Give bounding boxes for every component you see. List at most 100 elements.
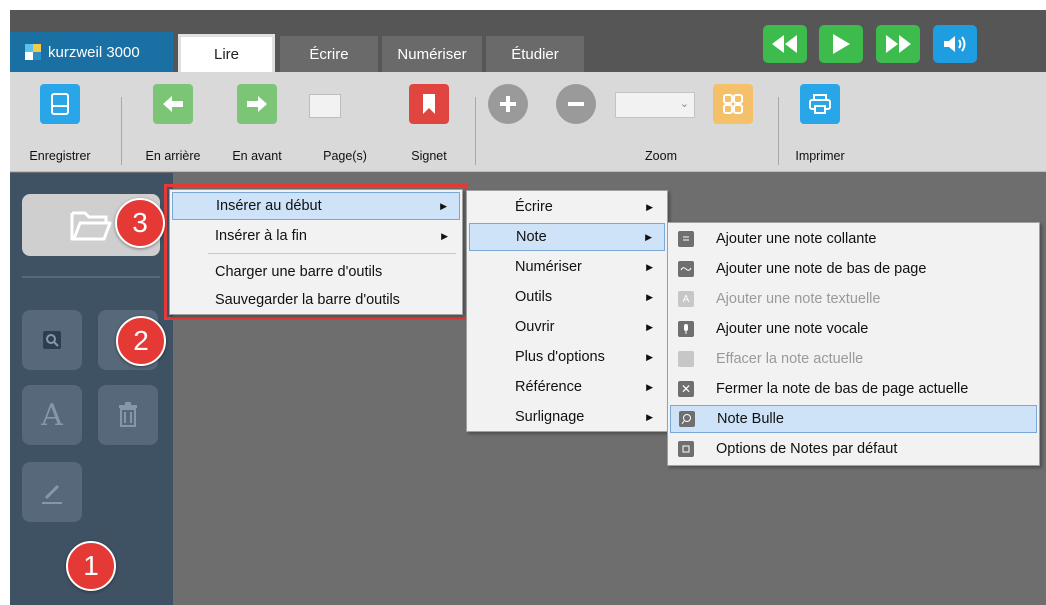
zoom-fit-button[interactable]	[713, 84, 753, 124]
brand-name: kurzweil 3000	[48, 43, 140, 61]
speech-bubble-icon	[679, 411, 695, 427]
toolbar-separator	[475, 97, 476, 165]
submenu-arrow-icon: ▶	[646, 381, 653, 392]
menu-item-note[interactable]: Note ▶	[469, 223, 665, 251]
menu-item-label: Fermer la note de bas de page actuelle	[716, 381, 969, 397]
image-tool-button[interactable]	[22, 310, 82, 370]
volume-button[interactable]	[933, 25, 977, 63]
save-button[interactable]	[40, 84, 80, 124]
menu-item-label: Plus d'options	[515, 349, 605, 365]
pen-tool-button[interactable]	[22, 462, 82, 522]
chevron-down-icon: ⌄	[679, 98, 689, 110]
menu-item-plus-options[interactable]: Plus d'options ▶	[469, 343, 665, 371]
submenu-arrow-icon: ▶	[646, 351, 653, 362]
play-button[interactable]	[819, 25, 863, 63]
submenu-arrow-icon: ▶	[646, 201, 653, 212]
menu-item-reference[interactable]: Référence ▶	[469, 373, 665, 401]
menu-item-label: Ajouter une note de bas de page	[716, 261, 927, 277]
forward-button[interactable]	[237, 84, 277, 124]
menu-item-label: Options de Notes par défaut	[716, 441, 898, 457]
tab-lire[interactable]: Lire	[178, 34, 275, 72]
arrow-left-icon	[163, 96, 183, 112]
menu-item-label: Note Bulle	[717, 411, 784, 427]
submenu-arrow-icon: ▶	[645, 231, 652, 242]
play-icon	[833, 34, 850, 54]
plus-icon	[500, 96, 516, 112]
rewind-button[interactable]	[763, 25, 807, 63]
submenu-arrow-icon: ▶	[646, 261, 653, 272]
trash-icon	[119, 402, 137, 427]
top-bar: kurzweil 3000 Lire Écrire Numériser Étud…	[10, 10, 1046, 72]
grid-icon	[723, 94, 743, 114]
zoom-in-button[interactable]	[488, 84, 528, 124]
tab-etudier[interactable]: Étudier	[486, 36, 584, 72]
sticky-note-icon	[678, 231, 694, 247]
pages-label: Page(s)	[323, 149, 367, 163]
back-button[interactable]	[153, 84, 193, 124]
submenu-arrow-icon: ▶	[646, 291, 653, 302]
menu-item-label: Insérer au début	[216, 198, 322, 214]
print-button[interactable]	[800, 84, 840, 124]
menu-item-ecrire[interactable]: Écrire ▶	[469, 193, 665, 221]
menu-item-note-textuelle[interactable]: A Ajouter une note textuelle	[670, 285, 1037, 313]
menu-item-label: Ajouter une note collante	[716, 231, 877, 247]
menu-item-note-bas-page[interactable]: Ajouter une note de bas de page	[670, 255, 1037, 283]
toolbar: Enregistrer En arrière En avant Page(s) …	[10, 72, 1046, 172]
menu-item-note-vocale[interactable]: Ajouter une note vocale	[670, 315, 1037, 343]
menu-item-numeriser[interactable]: Numériser ▶	[469, 253, 665, 281]
zoom-out-button[interactable]	[556, 84, 596, 124]
tab-ecrire[interactable]: Écrire	[280, 36, 378, 72]
fast-forward-button[interactable]	[876, 25, 920, 63]
zoom-select[interactable]: ⌄	[615, 92, 695, 118]
text-tool-button[interactable]: A	[22, 385, 82, 445]
step-badge-3: 3	[115, 198, 165, 248]
menu-item-surlignage[interactable]: Surlignage ▶	[469, 403, 665, 431]
context-menu-customize: Insérer au début ▶ Insérer à la fin ▶ Ch…	[169, 189, 463, 315]
bookmark-label: Signet	[411, 149, 447, 163]
rewind-icon	[772, 35, 797, 53]
menu-item-outils[interactable]: Outils ▶	[469, 283, 665, 311]
zoom-label: Zoom	[645, 149, 677, 163]
menu-item-charger-barre[interactable]: Charger une barre d'outils	[172, 258, 460, 286]
close-icon: ✕	[678, 381, 694, 397]
save-label: Enregistrer	[29, 149, 91, 163]
page-input[interactable]	[309, 94, 341, 118]
forward-label: En avant	[232, 149, 282, 163]
arrow-right-icon	[247, 96, 267, 112]
menu-item-label: Ouvrir	[515, 319, 555, 335]
submenu-arrow-icon: ▶	[646, 411, 653, 422]
toolbar-separator	[778, 97, 779, 165]
folder-icon	[70, 211, 112, 241]
menu-item-label: Écrire	[515, 199, 553, 215]
menu-item-sauvegarder-barre[interactable]: Sauvegarder la barre d'outils	[172, 286, 460, 314]
menu-item-label: Insérer à la fin	[215, 228, 307, 244]
menu-item-label: Surlignage	[515, 409, 585, 425]
menu-item-inserer-debut[interactable]: Insérer au début ▶	[172, 192, 460, 220]
submenu-note: Ajouter une note collante Ajouter une no…	[667, 222, 1040, 466]
menu-item-note-collante[interactable]: Ajouter une note collante	[670, 225, 1037, 253]
note-settings-icon	[678, 441, 694, 457]
menu-item-label: Note	[516, 229, 547, 245]
brand-logo: kurzweil 3000	[10, 32, 173, 72]
menu-item-note-bulle[interactable]: Note Bulle	[670, 405, 1037, 433]
step-badge-1: 1	[66, 541, 116, 591]
menu-item-effacer-note[interactable]: Effacer la note actuelle	[670, 345, 1037, 373]
side-divider	[22, 276, 160, 278]
menu-item-label: Charger une barre d'outils	[215, 264, 383, 280]
tab-numeriser[interactable]: Numériser	[382, 36, 482, 72]
bookmark-icon	[423, 94, 435, 114]
delete-tool-button[interactable]	[98, 385, 158, 445]
menu-item-inserer-fin[interactable]: Insérer à la fin ▶	[172, 222, 460, 250]
text-note-icon: A	[678, 291, 694, 307]
back-label: En arrière	[145, 149, 201, 163]
save-icon	[51, 93, 69, 115]
letter-a-icon: A	[41, 397, 63, 433]
menu-item-label: Outils	[515, 289, 553, 305]
menu-item-label: Sauvegarder la barre d'outils	[215, 292, 400, 308]
menu-item-label: Effacer la note actuelle	[716, 351, 864, 367]
menu-item-options-notes[interactable]: Options de Notes par défaut	[670, 435, 1037, 463]
menu-item-fermer-note[interactable]: ✕ Fermer la note de bas de page actuelle	[670, 375, 1037, 403]
bookmark-button[interactable]	[409, 84, 449, 124]
menu-item-ouvrir[interactable]: Ouvrir ▶	[469, 313, 665, 341]
menu-item-label: Référence	[515, 379, 582, 395]
